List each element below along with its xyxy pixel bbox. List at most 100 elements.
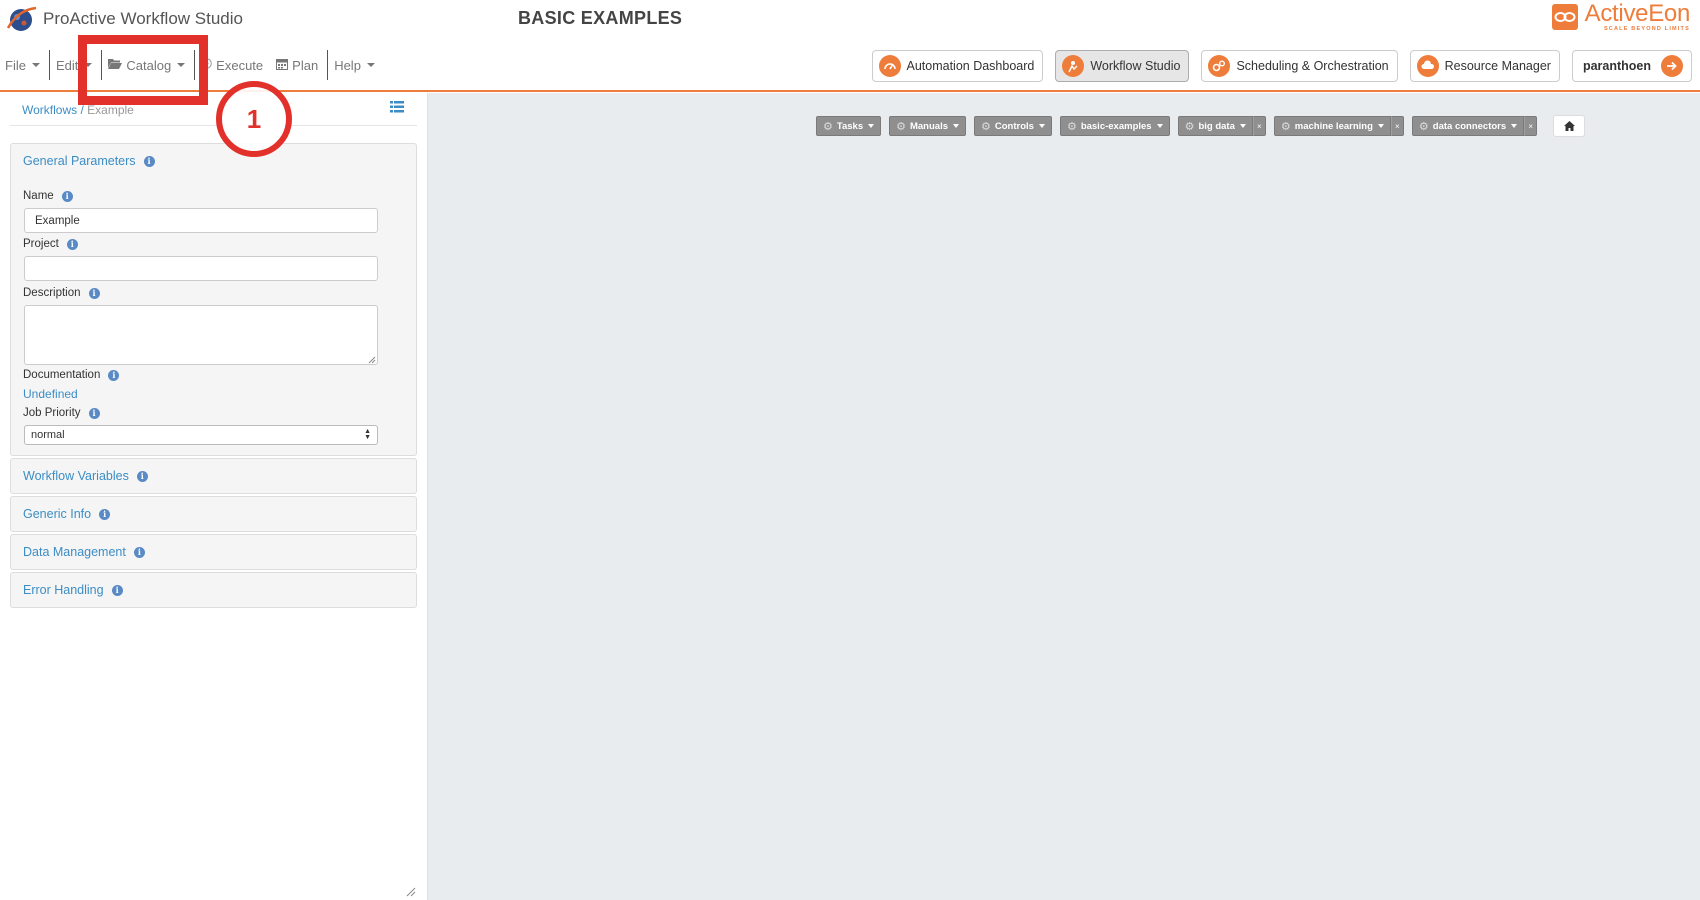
- chevron-down-icon: [1511, 124, 1518, 128]
- general-parameters-header[interactable]: General Parameters i: [11, 144, 416, 178]
- plan-label: Plan: [292, 57, 319, 73]
- gear-icon: ⚙: [1418, 120, 1429, 133]
- workflow-properties-panel: Workflows / Example General Parameters i…: [0, 93, 428, 900]
- manuals-palette-label: Manuals: [909, 120, 948, 132]
- workflow-variables-header[interactable]: Workflow Variables i: [11, 459, 416, 493]
- manuals-palette-button[interactable]: ⚙ Manuals: [889, 116, 966, 136]
- data-management-title: Data Management: [23, 545, 126, 559]
- data-connectors-palette-button[interactable]: ⚙ data connectors: [1411, 116, 1525, 136]
- speedometer-icon: [878, 55, 901, 77]
- help-menu[interactable]: Help: [329, 52, 383, 78]
- panel-resize-grip-icon[interactable]: [404, 885, 416, 897]
- documentation-label: Documentation i: [23, 369, 120, 381]
- execute-label: Execute: [216, 57, 264, 73]
- description-label: Description i: [23, 287, 100, 299]
- error-handling-header[interactable]: Error Handling i: [11, 573, 416, 607]
- name-input[interactable]: [24, 208, 378, 233]
- chevron-down-icon: [953, 124, 959, 128]
- info-icon[interactable]: i: [88, 287, 100, 299]
- app-root: ProActive Workflow Studio BASIC EXAMPLES…: [0, 0, 1700, 900]
- activeeon-tagline: SCALE BEYOND LIMITS: [1603, 26, 1690, 32]
- generic-info-header[interactable]: Generic Info i: [11, 497, 416, 531]
- info-icon[interactable]: i: [143, 155, 155, 167]
- activeeon-logo: ActiveEon SCALE BEYOND LIMITS: [1551, 2, 1690, 33]
- activeeon-wordmark: ActiveEon: [1584, 0, 1691, 27]
- data-connectors-palette-group: ⚙ data connectors ×: [1411, 116, 1538, 136]
- scheduling-orchestration-label: Scheduling & Orchestration: [1236, 59, 1389, 73]
- workflow-variables-title: Workflow Variables: [23, 469, 129, 483]
- workflow-studio-button[interactable]: Workflow Studio: [1055, 50, 1190, 82]
- info-icon[interactable]: i: [61, 190, 73, 202]
- annotation-callout-number: 1: [246, 103, 262, 134]
- error-handling-panel[interactable]: Error Handling i: [10, 572, 417, 608]
- workflow-canvas[interactable]: ⚙ Tasks ⚙ Manuals ⚙ Controls ⚙ basic-exa…: [427, 93, 1700, 900]
- close-data-connectors-button[interactable]: ×: [1524, 116, 1538, 136]
- general-parameters-title: General Parameters: [23, 154, 136, 168]
- home-icon: [1563, 121, 1575, 131]
- basic-examples-palette-button[interactable]: ⚙ basic-examples: [1059, 116, 1170, 136]
- automation-dashboard-label: Automation Dashboard: [906, 59, 1035, 73]
- name-label-text: Name: [23, 190, 54, 202]
- workflow-variables-panel[interactable]: Workflow Variables i: [10, 458, 417, 494]
- resource-manager-button[interactable]: Resource Manager: [1409, 50, 1560, 82]
- username-label: paranthoen: [1582, 59, 1651, 73]
- user-logout-button[interactable]: paranthoen: [1571, 50, 1692, 82]
- workflow-studio-label: Workflow Studio: [1090, 59, 1181, 73]
- data-connectors-palette-label: data connectors: [1432, 120, 1507, 132]
- general-parameters-panel: General Parameters i Name i Project i De…: [10, 143, 417, 456]
- resource-manager-label: Resource Manager: [1444, 59, 1551, 73]
- page-title: BASIC EXAMPLES: [518, 8, 683, 28]
- description-textarea[interactable]: [24, 305, 378, 365]
- breadcrumb: Workflows / Example: [22, 103, 134, 117]
- tasks-palette-label: Tasks: [836, 120, 864, 132]
- breadcrumb-divider: [10, 125, 417, 126]
- description-label-text: Description: [23, 287, 81, 299]
- info-icon[interactable]: i: [108, 369, 120, 381]
- info-icon[interactable]: i: [111, 584, 123, 596]
- close-big-data-button[interactable]: ×: [1252, 116, 1266, 136]
- project-input[interactable]: [24, 256, 378, 281]
- machine-learning-palette-button[interactable]: ⚙ machine learning: [1273, 116, 1391, 136]
- file-menu[interactable]: File: [0, 52, 48, 78]
- activeeon-mark-icon: [1551, 4, 1578, 31]
- automation-dashboard-button[interactable]: Automation Dashboard: [871, 50, 1044, 82]
- breadcrumb-workflows-link[interactable]: Workflows: [22, 103, 77, 117]
- job-priority-label: Job Priority i: [23, 407, 100, 419]
- app-brand[interactable]: ProActive Workflow Studio: [4, 4, 243, 34]
- resize-grip-icon[interactable]: [367, 355, 376, 364]
- task-palette: ⚙ Tasks ⚙ Manuals ⚙ Controls ⚙ basic-exa…: [816, 115, 1586, 137]
- data-management-header[interactable]: Data Management i: [11, 535, 416, 569]
- documentation-link[interactable]: Undefined: [23, 387, 78, 401]
- chevron-down-icon: [1038, 124, 1045, 128]
- edit-menu-label: Edit: [55, 57, 79, 73]
- big-data-palette-group: ⚙ big data ×: [1177, 116, 1266, 136]
- cloud-icon: [1416, 55, 1439, 77]
- big-data-palette-button[interactable]: ⚙ big data: [1177, 116, 1253, 136]
- plan-button[interactable]: Plan: [271, 52, 326, 78]
- info-icon[interactable]: i: [136, 470, 148, 482]
- documentation-label-text: Documentation: [23, 369, 101, 381]
- scheduling-orchestration-button[interactable]: Scheduling & Orchestration: [1201, 50, 1398, 82]
- breadcrumb-current: Example: [87, 103, 134, 117]
- generic-info-panel[interactable]: Generic Info i: [10, 496, 417, 532]
- info-icon[interactable]: i: [133, 546, 145, 558]
- list-view-icon[interactable]: [390, 101, 404, 113]
- tasks-palette-button[interactable]: ⚙ Tasks: [816, 116, 882, 136]
- gear-icon: ⚙: [1066, 120, 1077, 133]
- help-menu-label: Help: [334, 57, 361, 73]
- portal-switcher: Automation Dashboard Workflow Studio Sch…: [871, 50, 1692, 82]
- generic-info-title: Generic Info: [23, 507, 92, 521]
- info-icon[interactable]: i: [99, 508, 111, 520]
- home-button[interactable]: [1553, 115, 1586, 137]
- job-priority-select[interactable]: normal ▲ ▼: [24, 425, 378, 445]
- file-menu-label: File: [5, 57, 26, 73]
- big-data-palette-label: big data: [1198, 120, 1235, 132]
- controls-palette-button[interactable]: ⚙ Controls: [974, 116, 1052, 136]
- close-machine-learning-button[interactable]: ×: [1390, 116, 1404, 136]
- data-management-panel[interactable]: Data Management i: [10, 534, 417, 570]
- project-label-text: Project: [23, 238, 59, 250]
- info-icon[interactable]: i: [88, 407, 100, 419]
- info-icon[interactable]: i: [66, 238, 78, 250]
- app-name: ProActive Workflow Studio: [43, 9, 243, 28]
- top-navbar: ProActive Workflow Studio BASIC EXAMPLES…: [0, 0, 1700, 92]
